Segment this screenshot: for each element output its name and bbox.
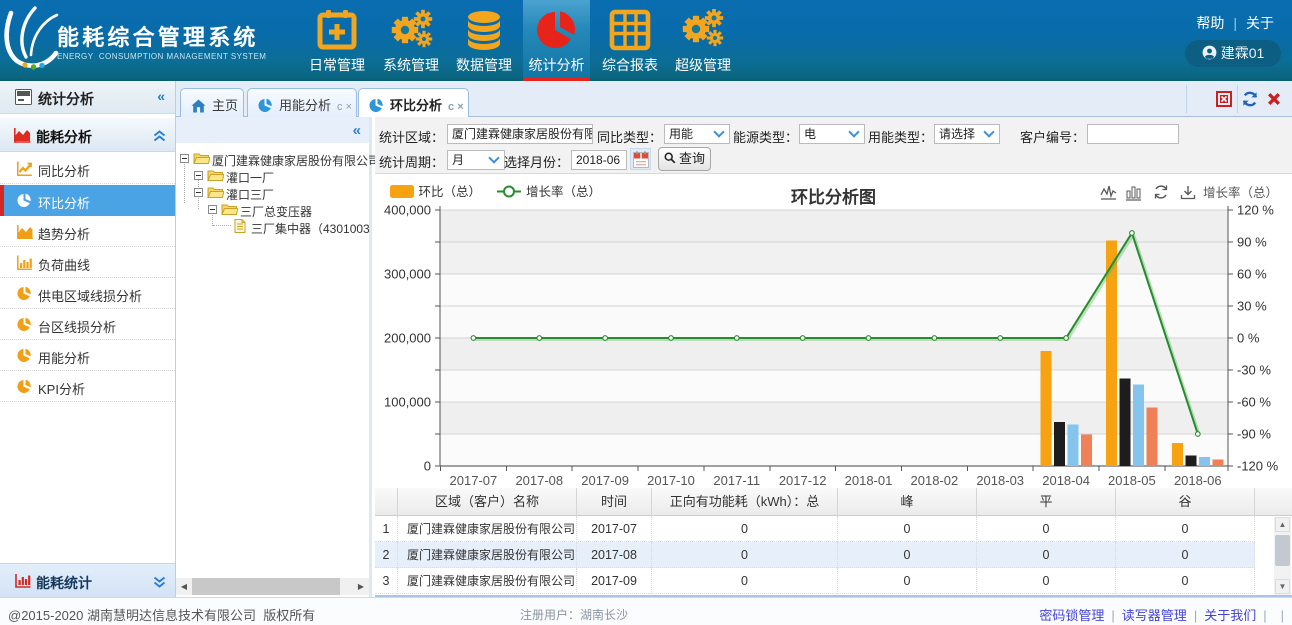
svg-text:2018-04: 2018-04 xyxy=(1042,473,1090,488)
svg-text:0: 0 xyxy=(424,459,431,474)
svg-text:2017-08: 2017-08 xyxy=(515,473,563,488)
svg-text:0 %: 0 % xyxy=(1237,331,1260,346)
svg-text:2017-11: 2017-11 xyxy=(713,473,760,488)
svg-text:120 %: 120 % xyxy=(1237,203,1274,218)
svg-text:2018-01: 2018-01 xyxy=(845,473,893,488)
svg-text:200,000: 200,000 xyxy=(384,331,431,346)
svg-text:2018-06: 2018-06 xyxy=(1174,473,1222,488)
svg-text:-30 %: -30 % xyxy=(1237,363,1271,378)
svg-text:2018-03: 2018-03 xyxy=(976,473,1024,488)
svg-text:100,000: 100,000 xyxy=(384,395,431,410)
svg-text:60 %: 60 % xyxy=(1237,267,1267,282)
svg-text:400,000: 400,000 xyxy=(384,203,431,218)
svg-text:30 %: 30 % xyxy=(1237,299,1267,314)
svg-text:2017-09: 2017-09 xyxy=(581,473,629,488)
svg-text:90 %: 90 % xyxy=(1237,235,1267,250)
svg-text:-90 %: -90 % xyxy=(1237,427,1271,442)
svg-text:2017-12: 2017-12 xyxy=(779,473,827,488)
svg-text:2018-02: 2018-02 xyxy=(911,473,959,488)
svg-text:2018-05: 2018-05 xyxy=(1108,473,1156,488)
svg-text:-60 %: -60 % xyxy=(1237,395,1271,410)
svg-text:300,000: 300,000 xyxy=(384,267,431,282)
svg-text:2017-10: 2017-10 xyxy=(647,473,695,488)
svg-text:-120 %: -120 % xyxy=(1237,459,1279,474)
svg-text:2017-07: 2017-07 xyxy=(450,473,498,488)
